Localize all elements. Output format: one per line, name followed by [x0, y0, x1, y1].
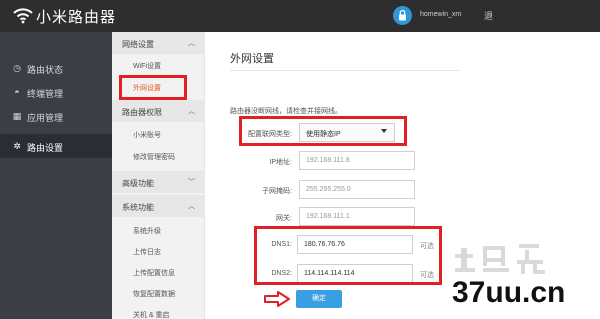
- submenu-group-permissions[interactable]: 路由器权限 ︿: [112, 100, 205, 122]
- ip-label: IP地址:: [269, 159, 292, 166]
- annotation-box-conn-type: [239, 116, 407, 146]
- submenu-item-upgrade[interactable]: 系统升级: [133, 226, 161, 236]
- user-icon: ◓: [14, 87, 20, 97]
- submenu-group-network[interactable]: 网络设置 ︿: [112, 32, 205, 54]
- submenu-item-upload-config[interactable]: 上传配置信息: [133, 268, 175, 278]
- brand-title: 小米路由器: [36, 9, 117, 26]
- submenu-item-change-password[interactable]: 修改管理密码: [133, 152, 175, 162]
- watermark-site-text: 37uu.cn: [452, 276, 566, 309]
- divider: [230, 70, 460, 71]
- gateway-field[interactable]: 192.168.111.1: [299, 207, 415, 226]
- sidebar-item-router-settings[interactable]: ✲ 路由设置: [0, 134, 112, 158]
- sidebar-item-label: 路由状态: [27, 65, 64, 75]
- grid-icon: ▦: [12, 111, 22, 121]
- page-title: 外网设置: [230, 53, 274, 65]
- submenu-item-upload-log[interactable]: 上传日志: [133, 247, 161, 257]
- annotation-box-wan-menu: [119, 75, 187, 100]
- gateway-label: 网关:: [276, 215, 292, 222]
- sidebar-item-devices[interactable]: ◓ 终端管理: [0, 80, 112, 104]
- wifi-icon: [13, 8, 33, 24]
- sidebar-item-router-status[interactable]: ◷ 路由状态: [0, 56, 112, 80]
- user-avatar[interactable]: [393, 6, 412, 25]
- annotation-box-dns: [254, 226, 442, 285]
- chevron-up-icon: ︿: [188, 108, 195, 115]
- submit-button[interactable]: 确定: [296, 290, 342, 308]
- subnet-mask-field[interactable]: 255.255.255.0: [299, 180, 415, 199]
- submenu-group-advanced[interactable]: 高级功能 ﹀: [112, 171, 205, 193]
- watermark-logo: [455, 244, 545, 274]
- sidebar-item-label: 应用管理: [27, 113, 64, 123]
- sidebar: ◷ 路由状态 ◓ 终端管理 ▦ 应用管理 ✲ 路由设置: [0, 32, 112, 319]
- chevron-up-icon: ︿: [188, 40, 195, 47]
- logout-link[interactable]: 退: [484, 9, 493, 22]
- chevron-up-icon: ︿: [188, 203, 195, 210]
- arrow-right-icon: [264, 291, 290, 307]
- ip-field[interactable]: 192.168.111.8: [299, 151, 415, 170]
- sidebar-item-apps[interactable]: ▦ 应用管理: [0, 104, 112, 128]
- chevron-down-icon: ﹀: [188, 179, 195, 186]
- submenu-group-system[interactable]: 系统功能 ︿: [112, 195, 205, 217]
- sidebar-item-label: 终端管理: [27, 89, 64, 99]
- sidebar-item-label: 路由设置: [27, 143, 64, 153]
- user-name[interactable]: homewin_xm: [420, 11, 461, 18]
- submenu-item-mi-account[interactable]: 小米账号: [133, 130, 161, 140]
- gear-icon: ✲: [13, 141, 21, 151]
- mask-label: 子网掩码:: [262, 188, 292, 195]
- submenu-item-reboot[interactable]: 关机 & 重启: [133, 310, 170, 319]
- top-bar: 小米路由器 homewin_xm 退: [0, 0, 600, 32]
- submenu-item-restore-config[interactable]: 恢复配置数据: [133, 289, 175, 299]
- hint-text: 路由器没断网线，请检查并接网线。: [230, 108, 342, 115]
- lock-icon: [399, 9, 406, 21]
- gauge-icon: ◷: [13, 63, 21, 73]
- submenu-item-wifi[interactable]: WiFi设置: [133, 61, 161, 71]
